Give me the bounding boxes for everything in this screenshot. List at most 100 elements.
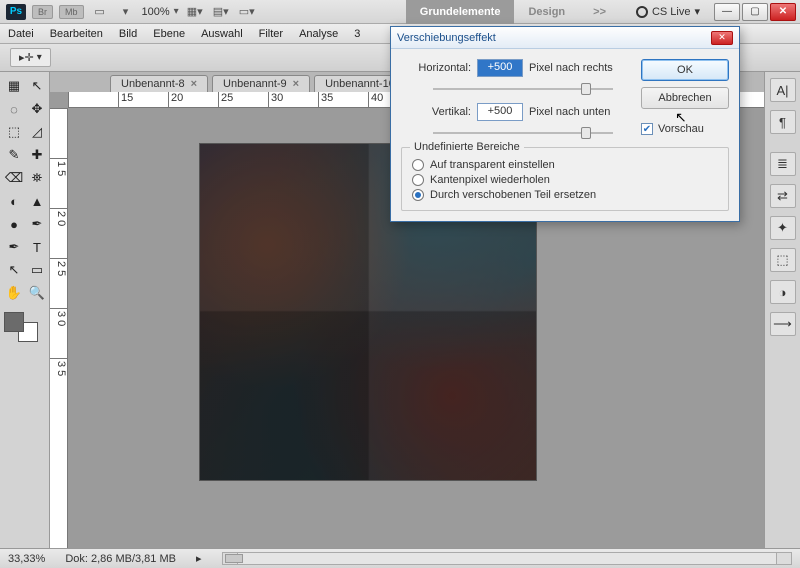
minimize-button[interactable]: — bbox=[714, 3, 740, 21]
screen-icon[interactable]: ▭ bbox=[90, 4, 110, 20]
chevron-down-icon[interactable]: ▾ bbox=[116, 4, 136, 20]
doc-tab[interactable]: Unbenannt-8× bbox=[110, 75, 208, 92]
ruler-tick: 30 bbox=[268, 92, 318, 107]
paragraph-panel-icon[interactable]: ¶ bbox=[770, 110, 796, 134]
scrollbar-thumb[interactable] bbox=[225, 554, 243, 563]
ruler-vertical[interactable]: 1 5 2 0 2 5 3 0 3 5 bbox=[50, 108, 68, 548]
arrange-icon[interactable]: ▤▾ bbox=[211, 4, 231, 20]
tool-lasso[interactable]: ◌ bbox=[4, 99, 24, 119]
move-tool-icon: ▸✛ bbox=[19, 51, 34, 64]
dialog-close-button[interactable]: ✕ bbox=[711, 31, 733, 45]
radio-transparent[interactable]: Auf transparent einstellen bbox=[412, 159, 718, 171]
tool-type[interactable]: T bbox=[27, 237, 47, 257]
radio-wrap-around[interactable]: Durch verschobenen Teil ersetzen bbox=[412, 189, 718, 201]
dialog-titlebar[interactable]: Verschiebungseffekt ✕ bbox=[391, 27, 739, 49]
zoom-value: 100% bbox=[142, 6, 170, 18]
menu-ebene[interactable]: Ebene bbox=[153, 28, 185, 40]
close-button[interactable]: ✕ bbox=[770, 3, 796, 21]
tool-hand[interactable]: ✋ bbox=[4, 283, 24, 303]
menu-3d[interactable]: 3 bbox=[354, 28, 360, 40]
horizontal-scrollbar[interactable] bbox=[222, 552, 792, 565]
clone-source-panel-icon[interactable]: ⇄ bbox=[770, 184, 796, 208]
horizontal-input[interactable]: +500 bbox=[477, 59, 523, 77]
preview-checkbox-row[interactable]: ✔ Vorschau bbox=[641, 123, 729, 135]
app-logo: Ps bbox=[6, 4, 26, 20]
cslive-icon bbox=[636, 6, 648, 18]
foreground-color-swatch[interactable] bbox=[4, 312, 24, 332]
adjustments-panel-icon[interactable]: ◑ bbox=[770, 280, 796, 304]
current-tool-chip[interactable]: ▸✛ ▾ bbox=[10, 48, 51, 67]
maximize-button[interactable]: ▢ bbox=[742, 3, 768, 21]
tool-dodge[interactable]: ✒ bbox=[27, 214, 47, 234]
status-doc-size[interactable]: Dok: 2,86 MB/3,81 MB bbox=[65, 553, 176, 565]
workspace-tab-grundelemente[interactable]: Grundelemente bbox=[406, 0, 515, 24]
tool-eraser[interactable]: ◐ bbox=[4, 191, 24, 211]
horizontal-label: Horizontal: bbox=[401, 62, 471, 74]
layers-panel-icon[interactable]: ✦ bbox=[770, 216, 796, 240]
radio-repeat-edge[interactable]: Kantenpixel wiederholen bbox=[412, 174, 718, 186]
workspace-tab-design[interactable]: Design bbox=[514, 0, 579, 24]
ruler-tick: 3 5 bbox=[50, 358, 67, 408]
doc-close-icon[interactable]: × bbox=[293, 78, 299, 90]
status-zoom[interactable]: 33,33% bbox=[8, 553, 45, 565]
menu-bild[interactable]: Bild bbox=[119, 28, 137, 40]
tool-path[interactable]: ↖ bbox=[4, 260, 24, 280]
bridge-chip[interactable]: Br bbox=[32, 5, 53, 19]
cslive-label: CS Live bbox=[652, 6, 691, 18]
radio-label: Auf transparent einstellen bbox=[430, 159, 555, 171]
ok-button[interactable]: OK bbox=[641, 59, 729, 81]
cancel-button[interactable]: Abbrechen bbox=[641, 87, 729, 109]
tool-wand[interactable]: ✥ bbox=[27, 99, 47, 119]
tool-healing[interactable]: ✎ bbox=[4, 145, 24, 165]
vertical-slider[interactable] bbox=[433, 125, 613, 141]
menu-datei[interactable]: Datei bbox=[8, 28, 34, 40]
tool-move[interactable]: ▦ bbox=[4, 76, 24, 96]
minibridge-chip[interactable]: Mb bbox=[59, 5, 84, 19]
view-extras-icon[interactable]: ▦▾ bbox=[185, 4, 205, 20]
tool-blur[interactable]: ● bbox=[4, 214, 24, 234]
tool-brush[interactable]: ✚ bbox=[27, 145, 47, 165]
tool-history-brush[interactable]: ⛯ bbox=[27, 168, 47, 188]
tool-gradient[interactable]: ▲ bbox=[27, 191, 47, 211]
tool-shape[interactable]: ▭ bbox=[27, 260, 47, 280]
channels-panel-icon[interactable]: ⬚ bbox=[770, 248, 796, 272]
radio-label: Kantenpixel wiederholen bbox=[430, 174, 550, 186]
ruler-tick: 2 0 bbox=[50, 208, 67, 258]
vertical-input[interactable]: +500 bbox=[477, 103, 523, 121]
menu-filter[interactable]: Filter bbox=[259, 28, 283, 40]
cs-live[interactable]: CS Live ▾ bbox=[636, 5, 700, 18]
horizontal-suffix: Pixel nach rechts bbox=[529, 62, 613, 74]
zoom-level[interactable]: 100% ▾ bbox=[142, 6, 179, 18]
character-panel-icon[interactable]: A| bbox=[770, 78, 796, 102]
radio-icon bbox=[412, 189, 424, 201]
vertical-suffix: Pixel nach unten bbox=[529, 106, 610, 118]
doc-tab-label: Unbenannt-9 bbox=[223, 78, 287, 90]
slider-handle[interactable] bbox=[581, 83, 591, 95]
radio-icon bbox=[412, 159, 424, 171]
color-swatches[interactable] bbox=[4, 312, 38, 342]
history-panel-icon[interactable]: ⟶ bbox=[770, 312, 796, 336]
tool-marquee[interactable]: ↖ bbox=[27, 76, 47, 96]
right-panels: A| ¶ ≣ ⇄ ✦ ⬚ ◑ ⟶ bbox=[764, 72, 800, 548]
horizontal-slider[interactable] bbox=[433, 81, 613, 97]
menu-analyse[interactable]: Analyse bbox=[299, 28, 338, 40]
tool-stamp[interactable]: ⌫ bbox=[4, 168, 24, 188]
slider-handle[interactable] bbox=[581, 127, 591, 139]
brushes-panel-icon[interactable]: ≣ bbox=[770, 152, 796, 176]
doc-tab[interactable]: Unbenannt-9 × bbox=[212, 75, 310, 92]
radio-icon bbox=[412, 174, 424, 186]
screen-mode-icon[interactable]: ▭▾ bbox=[237, 4, 257, 20]
tool-crop[interactable]: ⬚ bbox=[4, 122, 24, 142]
menu-bearbeiten[interactable]: Bearbeiten bbox=[50, 28, 103, 40]
tool-eyedropper[interactable]: ◿ bbox=[27, 122, 47, 142]
ruler-tick: 3 0 bbox=[50, 308, 67, 358]
workspace-more[interactable]: >> bbox=[579, 0, 620, 24]
doc-close-icon[interactable]: × bbox=[191, 78, 197, 90]
tool-zoom[interactable]: 🔍 bbox=[27, 283, 47, 303]
status-bar: 33,33% Dok: 2,86 MB/3,81 MB ▸ bbox=[0, 548, 800, 568]
ruler-tick: 2 5 bbox=[50, 258, 67, 308]
ruler-tick: 35 bbox=[318, 92, 368, 107]
radio-label: Durch verschobenen Teil ersetzen bbox=[430, 189, 596, 201]
menu-auswahl[interactable]: Auswahl bbox=[201, 28, 243, 40]
tool-pen[interactable]: ✒ bbox=[4, 237, 24, 257]
